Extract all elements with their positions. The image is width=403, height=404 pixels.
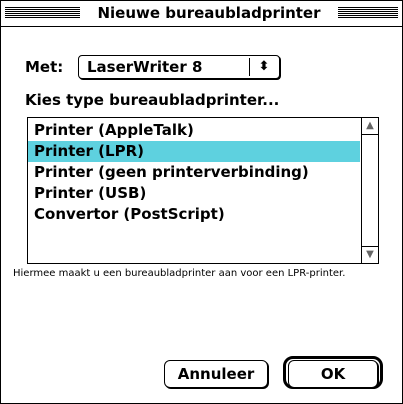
printer-type-item[interactable]: Convertor (PostScript) bbox=[28, 204, 360, 225]
driver-popup-value: LaserWriter 8 bbox=[87, 58, 203, 76]
printer-type-item[interactable]: Printer (USB) bbox=[28, 183, 360, 204]
title-bar[interactable]: Nieuwe bureaubladprinter bbox=[1, 1, 402, 27]
printer-type-item[interactable]: Printer (LPR) bbox=[28, 141, 360, 162]
printer-type-item[interactable]: Printer (geen printerverbinding) bbox=[28, 162, 360, 183]
new-desktop-printer-dialog: Nieuwe bureaubladprinter Met: LaserWrite… bbox=[0, 0, 403, 404]
cancel-button[interactable]: Annuleer bbox=[164, 360, 268, 388]
window-title: Nieuwe bureaubladprinter bbox=[84, 3, 334, 23]
printer-type-heading: Kies type bureaubladprinter... bbox=[25, 91, 280, 109]
title-stripes-left bbox=[5, 7, 80, 19]
printer-type-list[interactable]: Printer (AppleTalk) Printer (LPR) Printer … bbox=[27, 117, 379, 264]
driver-popup-menu[interactable]: LaserWriter 8 ⬍ bbox=[78, 55, 280, 79]
description-text: Hiermee maakt u een bureaubladprinter aa… bbox=[13, 268, 346, 279]
title-stripes-right bbox=[338, 7, 398, 19]
ok-button[interactable]: OK bbox=[288, 360, 378, 388]
scroll-up-arrow-icon[interactable]: ▲ bbox=[362, 118, 378, 135]
popup-divider bbox=[249, 58, 250, 76]
scroll-down-arrow-icon[interactable]: ▼ bbox=[362, 246, 378, 263]
printer-type-items: Printer (AppleTalk) Printer (LPR) Printer … bbox=[28, 120, 360, 225]
driver-label: Met: bbox=[25, 58, 64, 76]
list-scrollbar[interactable]: ▲ ▼ bbox=[361, 118, 378, 263]
updown-arrows-icon: ⬍ bbox=[258, 59, 270, 74]
printer-type-item[interactable]: Printer (AppleTalk) bbox=[28, 120, 360, 141]
